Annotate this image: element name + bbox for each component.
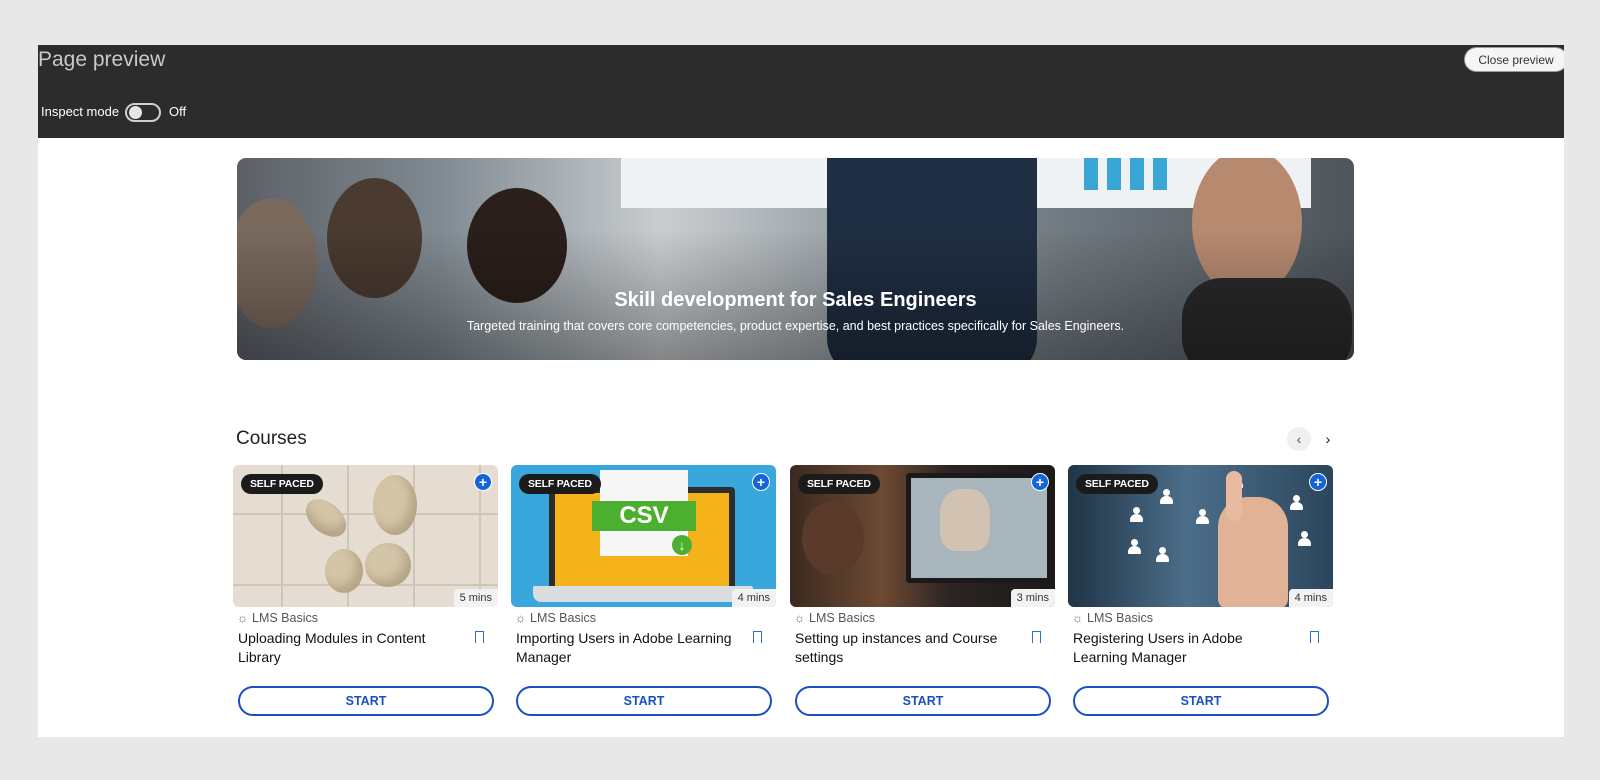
start-button[interactable]: START xyxy=(238,686,494,716)
thumbnail-stone xyxy=(373,475,417,535)
thumbnail-user-figure xyxy=(1130,507,1143,523)
course-category: ☼ LMS Basics xyxy=(794,611,875,625)
duration-label: 4 mins xyxy=(731,589,776,607)
thumbnail-csv-label: CSV xyxy=(592,501,696,531)
course-title[interactable]: Registering Users in Adobe Learning Mana… xyxy=(1073,629,1301,667)
add-icon[interactable]: + xyxy=(1309,473,1327,491)
category-label: LMS Basics xyxy=(530,611,596,625)
course-category: ☼ LMS Basics xyxy=(237,611,318,625)
thumbnail-user-figure xyxy=(1160,489,1173,505)
inspect-mode-state: Off xyxy=(169,104,187,119)
start-button[interactable]: START xyxy=(1073,686,1329,716)
course-category: ☼ LMS Basics xyxy=(515,611,596,625)
bookmark-icon[interactable] xyxy=(1310,631,1319,647)
thumbnail-stone xyxy=(365,543,411,587)
course-title[interactable]: Setting up instances and Course settings xyxy=(795,629,1023,667)
hero-subtitle: Targeted training that covers core compe… xyxy=(466,319,1125,333)
course-card[interactable]: CSV ↓ SELF PACED + 4 mins ☼ LMS Basics Im… xyxy=(511,465,776,737)
add-icon[interactable]: + xyxy=(474,473,492,491)
chevron-left-icon: ‹ xyxy=(1296,431,1302,447)
thumbnail-user-figure xyxy=(1290,495,1303,511)
category-label: LMS Basics xyxy=(809,611,875,625)
course-title[interactable]: Uploading Modules in Content Library xyxy=(238,629,466,667)
thumbnail-person xyxy=(802,501,864,575)
download-arrow-icon: ↓ xyxy=(672,535,692,555)
duration-label: 4 mins xyxy=(1288,589,1333,607)
self-paced-badge: SELF PACED xyxy=(519,474,601,494)
preview-frame: Page preview Close preview Inspect mode … xyxy=(38,45,1564,737)
self-paced-badge: SELF PACED xyxy=(798,474,880,494)
add-icon[interactable]: + xyxy=(1031,473,1049,491)
course-title[interactable]: Importing Users in Adobe Learning Manage… xyxy=(516,629,744,667)
thumbnail-video-person xyxy=(940,489,990,551)
course-card[interactable]: SELF PACED + 3 mins ☼ LMS Basics Setting … xyxy=(790,465,1055,737)
bookmark-icon[interactable] xyxy=(475,631,484,647)
toggle-knob xyxy=(129,106,142,119)
thumbnail-user-figure xyxy=(1298,531,1311,547)
duration-label: 5 mins xyxy=(453,589,498,607)
thumbnail-user-figure xyxy=(1128,539,1141,555)
lightbulb-icon: ☼ xyxy=(515,611,526,625)
course-thumbnail[interactable]: SELF PACED + 3 mins xyxy=(790,465,1055,607)
add-icon[interactable]: + xyxy=(752,473,770,491)
page-title: Page preview xyxy=(38,48,166,71)
thumbnail-finger xyxy=(1226,471,1242,521)
category-label: LMS Basics xyxy=(252,611,318,625)
lightbulb-icon: ☼ xyxy=(1072,611,1083,625)
course-card[interactable]: SELF PACED + 5 mins ☼ LMS Basics Uploadin… xyxy=(233,465,498,737)
thumbnail-laptop-base xyxy=(533,586,753,602)
thumbnail-stone xyxy=(325,549,363,593)
course-card[interactable]: SELF PACED + 4 mins ☼ LMS Basics Register… xyxy=(1068,465,1333,737)
bookmark-icon[interactable] xyxy=(1032,631,1041,647)
inspect-mode-toggle[interactable] xyxy=(125,103,161,122)
close-preview-button[interactable]: Close preview xyxy=(1464,47,1564,72)
hero-banner: Skill development for Sales Engineers Ta… xyxy=(237,158,1354,360)
start-button[interactable]: START xyxy=(795,686,1051,716)
thumbnail-user-figure xyxy=(1196,509,1209,525)
course-thumbnail[interactable]: CSV ↓ SELF PACED + 4 mins xyxy=(511,465,776,607)
course-thumbnail[interactable]: SELF PACED + 5 mins xyxy=(233,465,498,607)
self-paced-badge: SELF PACED xyxy=(241,474,323,494)
duration-label: 3 mins xyxy=(1010,589,1055,607)
courses-heading: Courses xyxy=(236,428,307,449)
category-label: LMS Basics xyxy=(1087,611,1153,625)
preview-toolbar: Page preview Close preview Inspect mode … xyxy=(38,45,1564,138)
lightbulb-icon: ☼ xyxy=(237,611,248,625)
bookmark-icon[interactable] xyxy=(753,631,762,647)
self-paced-badge: SELF PACED xyxy=(1076,474,1158,494)
chevron-right-icon: › xyxy=(1325,431,1331,447)
carousel-next-button[interactable]: › xyxy=(1316,427,1340,451)
course-thumbnail[interactable]: SELF PACED + 4 mins xyxy=(1068,465,1333,607)
course-category: ☼ LMS Basics xyxy=(1072,611,1153,625)
hero-title: Skill development for Sales Engineers xyxy=(614,289,977,311)
start-button[interactable]: START xyxy=(516,686,772,716)
thumbnail-user-figure xyxy=(1156,547,1169,563)
lightbulb-icon: ☼ xyxy=(794,611,805,625)
carousel-prev-button[interactable]: ‹ xyxy=(1287,427,1311,451)
inspect-mode-label: Inspect mode xyxy=(41,104,120,119)
